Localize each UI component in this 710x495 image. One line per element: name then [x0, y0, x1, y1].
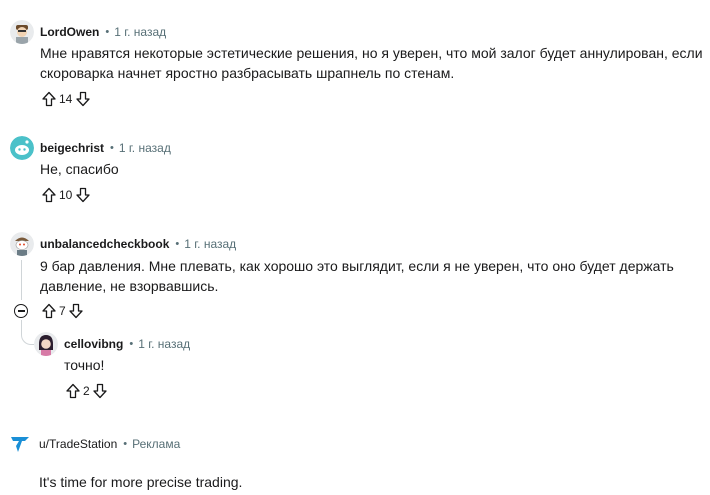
comment-body: точно!: [64, 357, 105, 373]
upvote-icon[interactable]: [40, 302, 57, 319]
snoo-avatar-icon: [10, 136, 34, 160]
comment-time[interactable]: 1 г. назад: [138, 337, 190, 351]
downvote-icon[interactable]: [74, 90, 91, 107]
tradestation-logo-icon[interactable]: [10, 435, 30, 453]
comment-time[interactable]: 1 г. назад: [119, 141, 171, 155]
comment-time[interactable]: 1 г. назад: [114, 25, 166, 39]
user-avatar-icon: [10, 20, 34, 44]
upvote-icon[interactable]: [40, 186, 57, 203]
user-avatar-icon: [34, 332, 58, 356]
separator-dot: •: [175, 238, 180, 250]
upvote-icon[interactable]: [40, 90, 57, 107]
vote-count: 10: [59, 187, 73, 202]
vote-count: 7: [59, 303, 66, 318]
avatar[interactable]: [10, 232, 34, 256]
comment-body: Мне нравятся некоторые эстетические реше…: [40, 45, 703, 81]
separator-dot: •: [110, 142, 114, 154]
separator-dot: •: [105, 26, 110, 38]
comment-body: 9 бар давления. Мне плевать, как хорошо …: [40, 258, 674, 294]
advertiser-name[interactable]: u/TradeStation: [39, 437, 117, 451]
comment-body: Не, спасибо: [40, 161, 119, 177]
reply-connector: [21, 320, 34, 345]
comment-author[interactable]: unbalancedcheckbook: [40, 237, 169, 251]
avatar[interactable]: [10, 20, 34, 44]
comment-author[interactable]: beigechrist: [40, 141, 104, 155]
ad-headline[interactable]: It's time for more precise trading.: [39, 472, 679, 492]
comment-author[interactable]: LordOwen: [40, 25, 99, 39]
separator-dot: •: [129, 338, 134, 350]
avatar[interactable]: [34, 332, 58, 356]
separator-dot: •: [123, 438, 128, 450]
thread-line[interactable]: [21, 260, 22, 300]
promoted-label: Реклама: [132, 437, 181, 451]
avatar[interactable]: [10, 136, 34, 160]
collapse-thread-button[interactable]: [14, 304, 28, 318]
comment-author[interactable]: cellovibng: [64, 337, 123, 351]
user-avatar-icon: [10, 232, 34, 256]
downvote-icon[interactable]: [74, 186, 91, 203]
vote-count: 14: [59, 91, 73, 106]
vote-count: 2: [83, 383, 90, 398]
upvote-icon[interactable]: [64, 382, 81, 399]
comment-time[interactable]: 1 г. назад: [184, 237, 236, 251]
downvote-icon[interactable]: [68, 302, 85, 319]
downvote-icon[interactable]: [92, 382, 109, 399]
